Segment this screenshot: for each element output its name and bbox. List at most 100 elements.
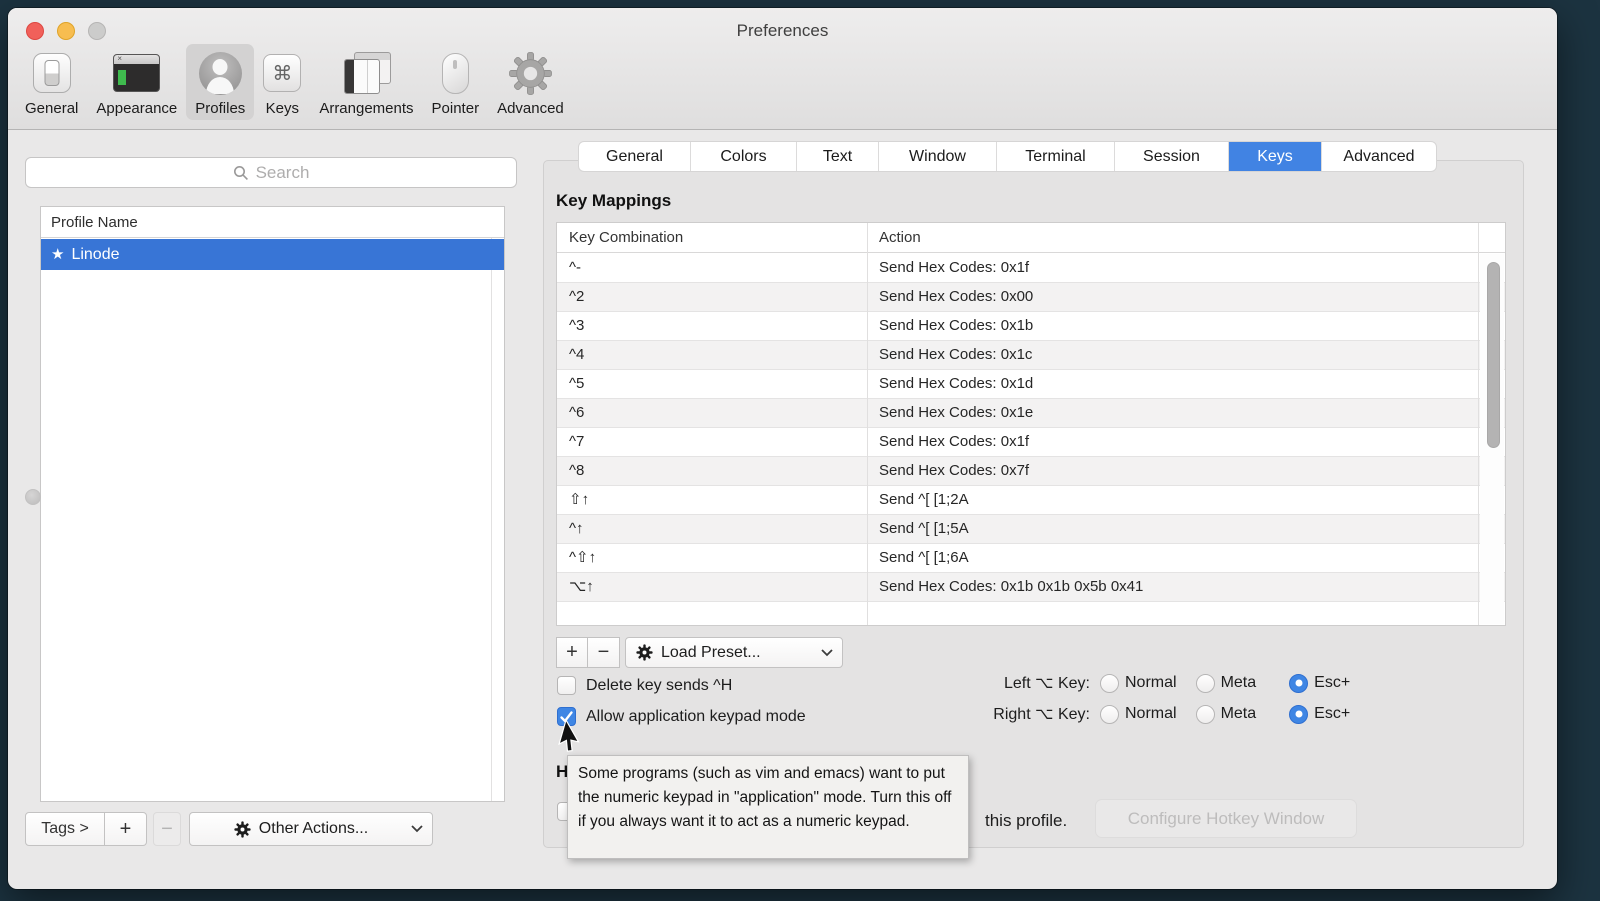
cell-action: Send Hex Codes: 0x1b [879,312,1033,340]
column-action: Action [879,223,921,253]
table-row[interactable]: ^↑Send ^[ [1;5A [557,515,1505,544]
tab-session[interactable]: Session [1115,142,1229,171]
toolbar-item-pointer[interactable]: Pointer [423,44,489,120]
tab-keys[interactable]: Keys [1229,142,1322,171]
table-row[interactable]: ⇧↑ Send ^[ [1;2A [557,486,1505,515]
radio-button[interactable] [1100,705,1119,724]
table-row[interactable]: ^-Send Hex Codes: 0x1f [557,254,1505,283]
column-divider [867,223,868,625]
tab-terminal[interactable]: Terminal [997,142,1115,171]
tab-general[interactable]: General [579,142,691,171]
chevron-down-icon [411,820,423,838]
add-profile-button[interactable]: + [105,812,147,846]
tab-advanced[interactable]: Advanced [1322,142,1436,171]
cell-action: Send Hex Codes: 0x1b 0x1b 0x5b 0x41 [879,573,1143,601]
appearance-icon: × [113,49,160,97]
mapping-add-remove-group: + − [556,637,620,668]
radio-label: Normal [1125,705,1177,723]
remove-profile-button[interactable]: − [153,812,181,846]
radio-button[interactable] [1196,674,1215,693]
cell-key-combination: ⇧↑ [569,486,589,514]
cell-action: Send Hex Codes: 0x1f [879,428,1029,456]
toolbar-item-profiles[interactable]: Profiles [186,44,254,120]
toolbar-item-keys[interactable]: ⌘Keys [254,44,310,120]
tab-window[interactable]: Window [879,142,997,171]
radio-group-label: Right ⌥ Key: [940,704,1090,724]
table-row[interactable]: ^5Send Hex Codes: 0x1d [557,370,1505,399]
scrollbar-thumb[interactable] [1487,262,1500,448]
table-row[interactable]: ^2Send Hex Codes: 0x00 [557,283,1505,312]
toolbar-item-label: Advanced [497,100,564,117]
radio-option-normal[interactable]: Normal [1100,674,1177,693]
checkbox[interactable] [557,676,576,695]
scrollbar-track[interactable] [1480,254,1504,624]
search-icon [233,165,249,181]
radio-label: Esc+ [1314,674,1350,692]
left-option-key-group: Left ⌥ Key: Normal Meta Esc+ [940,673,1350,693]
other-actions-dropdown[interactable]: Other Actions... [189,812,433,846]
gear-icon [234,821,251,838]
radio-group-label: Left ⌥ Key: [940,673,1090,693]
radio-option-esc[interactable]: Esc+ [1289,674,1350,693]
desktop: Preferences General ×Appearance Profiles ⌘K… [0,0,1600,901]
keypad-mode-checkbox-row[interactable]: Allow application keypad mode [557,707,806,726]
profiles-icon [199,49,242,97]
toolbar-item-general[interactable]: General [16,44,87,120]
configure-hotkey-window-button[interactable]: Configure Hotkey Window [1095,799,1357,838]
checkbox-label: Allow application keypad mode [586,708,806,726]
toolbar-item-label: Profiles [195,100,245,117]
toolbar-item-label: Arrangements [319,100,413,117]
section-title: Key Mappings [556,191,671,211]
radio-option-meta[interactable]: Meta [1196,674,1257,693]
star-icon: ★ [51,246,64,263]
search-input[interactable]: Search [25,157,517,188]
radio-label: Meta [1221,705,1257,723]
radio-button[interactable] [1100,674,1119,693]
cell-action: Send Hex Codes: 0x1e [879,399,1033,427]
tab-text[interactable]: Text [797,142,879,171]
radio-option-normal[interactable]: Normal [1100,705,1177,724]
toolbar-item-advanced[interactable]: Advanced [488,44,573,120]
table-row[interactable]: ^8Send Hex Codes: 0x7f [557,457,1505,486]
radio-option-esc[interactable]: Esc+ [1289,705,1350,724]
table-row[interactable]: ^⇧↑Send ^[ [1;6A [557,544,1505,573]
toolbar-item-label: Pointer [432,100,480,117]
radio-button[interactable] [1289,705,1308,724]
toolbar-item-arrangements[interactable]: Arrangements [310,44,422,120]
delete-key-checkbox-row[interactable]: Delete key sends ^H [557,676,732,695]
add-mapping-button[interactable]: + [556,637,588,668]
preferences-window: Preferences General ×Appearance Profiles ⌘K… [8,8,1557,889]
toolbar-item-label: General [25,100,78,117]
cell-key-combination: ^↑ [569,515,584,543]
load-preset-dropdown[interactable]: Load Preset... [625,637,843,668]
scrollbar-divider [1478,223,1479,625]
table-row[interactable]: ^6 Send Hex Codes: 0x1e [557,399,1505,428]
radio-button[interactable] [1196,705,1215,724]
profile-row-linode[interactable]: ★Linode [41,239,504,270]
cell-key-combination: ^6 [569,399,584,427]
radio-option-meta[interactable]: Meta [1196,705,1257,724]
cell-key-combination: ⌥↑ [569,573,594,601]
hotkey-text-partial: this profile. [985,811,1067,831]
remove-mapping-button[interactable]: − [588,637,620,668]
cell-key-combination: ^3 [569,312,584,340]
window-title: Preferences [8,21,1557,41]
tab-colors[interactable]: Colors [691,142,797,171]
table-row[interactable]: ^4Send Hex Codes: 0x1c [557,341,1505,370]
checkbox-label: Delete key sends ^H [586,677,732,695]
radio-label: Normal [1125,674,1177,692]
toolbar-item-appearance[interactable]: ×Appearance [87,44,186,120]
tags-button[interactable]: Tags > [25,812,105,846]
table-row[interactable]: ^7Send Hex Codes: 0x1f [557,428,1505,457]
table-row[interactable]: ^3 Send Hex Codes: 0x1b [557,312,1505,341]
mouse-cursor [564,720,594,765]
table-row[interactable]: ⌥↑ Send Hex Codes: 0x1b 0x1b 0x5b 0x41 [557,573,1505,602]
advanced-icon [508,49,553,97]
cell-action: Send ^[ [1;6A [879,544,969,572]
radio-button[interactable] [1289,674,1308,693]
gear-icon [636,644,653,661]
cell-action: Send ^[ [1;2A [879,486,969,514]
arrangements-icon [342,49,391,97]
radio-label: Meta [1221,674,1257,692]
load-preset-label: Load Preset... [661,644,761,662]
